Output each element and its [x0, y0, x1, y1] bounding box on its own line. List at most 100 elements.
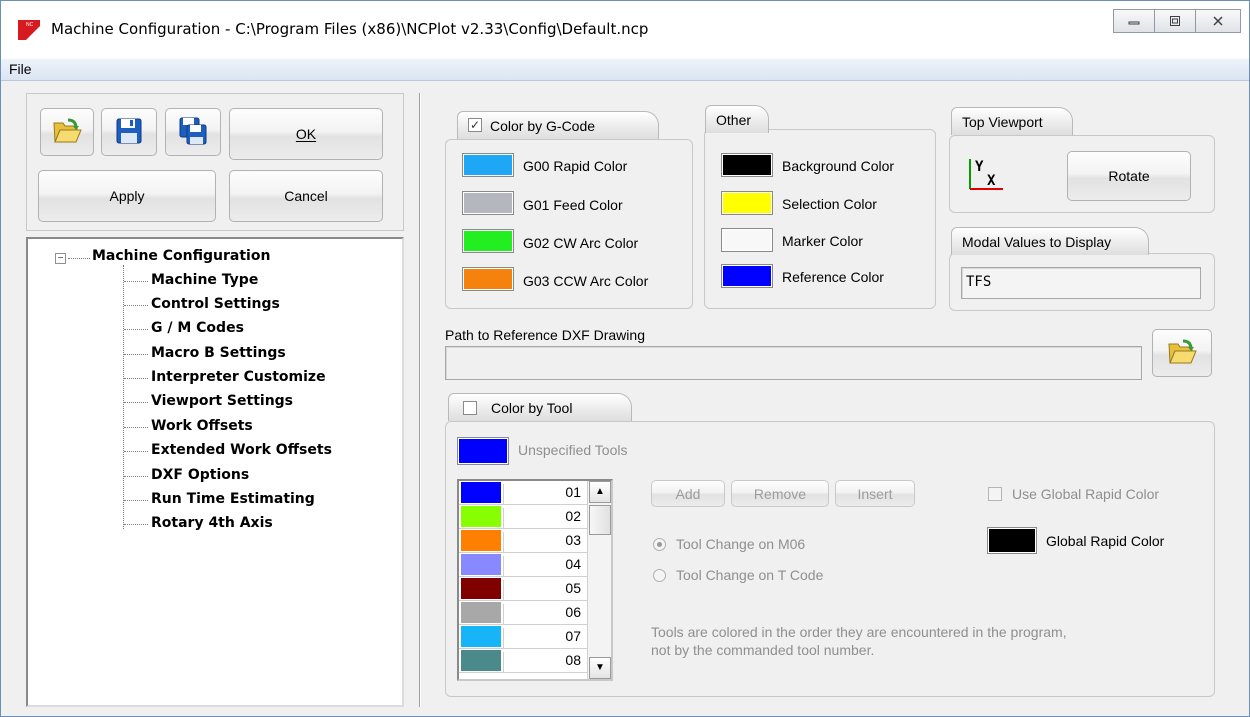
tool-color-swatch — [461, 578, 501, 599]
ok-button[interactable]: OK — [229, 108, 383, 160]
g03-ccw-arc-color-swatch[interactable] — [462, 267, 514, 291]
dxf-path-input[interactable] — [445, 346, 1142, 380]
gcode-group-title: Color by G-Code — [490, 118, 596, 134]
top-viewport-title: Top Viewport — [962, 114, 1043, 130]
tool-change-m06-radio[interactable] — [653, 538, 666, 551]
tool-list-scrollbar[interactable]: ▲ ▼ — [587, 481, 611, 679]
modal-values-title: Modal Values to Display — [962, 234, 1112, 250]
tree-item-work-offsets[interactable]: Work Offsets — [151, 418, 253, 434]
tool-color-list: 01 02 03 04 05 06 07 08 ▲ ▼ — [457, 479, 613, 681]
tree-item-interpreter-customize[interactable]: Interpreter Customize — [151, 369, 326, 385]
g00-rapid-color-swatch[interactable] — [462, 153, 514, 177]
tool-change-tcode-label: Tool Change on T Code — [676, 567, 824, 583]
menu-file[interactable]: File — [9, 61, 32, 77]
other-group-tab: Other — [705, 105, 769, 133]
close-button[interactable] — [1195, 9, 1241, 33]
color-by-gcode-checkbox[interactable]: ✓ — [468, 118, 482, 132]
tool-color-swatch — [461, 626, 501, 647]
tool-number: 05 — [503, 580, 583, 600]
tool-number: 07 — [503, 628, 583, 648]
save-as-button[interactable] — [165, 108, 221, 156]
modal-values-input[interactable]: TFS — [961, 267, 1201, 299]
tool-row[interactable]: 06 — [459, 601, 587, 625]
tool-row[interactable]: 07 — [459, 625, 587, 649]
tool-color-swatch — [461, 530, 501, 551]
maximize-button[interactable] — [1154, 9, 1196, 33]
tree-root-machine-configuration[interactable]: Machine Configuration — [92, 248, 270, 264]
window-title: Machine Configuration - C:\Program Files… — [51, 20, 649, 38]
tree-item-macro-b-settings[interactable]: Macro B Settings — [151, 345, 286, 361]
tool-color-swatch — [461, 554, 501, 575]
tool-number: 03 — [503, 532, 583, 552]
apply-button-label: Apply — [109, 188, 145, 204]
use-global-rapid-checkbox[interactable] — [988, 487, 1002, 501]
tool-group-tab: Color by Tool — [448, 393, 632, 421]
tool-row[interactable]: 01 — [459, 481, 587, 505]
apply-button[interactable]: Apply — [38, 170, 216, 222]
tool-number: 08 — [503, 652, 583, 672]
tree-item-run-time-estimating[interactable]: Run Time Estimating — [151, 491, 315, 507]
tool-row[interactable]: 03 — [459, 529, 587, 553]
tree-item-dxf-options[interactable]: DXF Options — [151, 467, 249, 483]
tree-item-extended-work-offsets[interactable]: Extended Work Offsets — [151, 442, 332, 458]
browse-dxf-button[interactable] — [1152, 329, 1212, 377]
svg-text:NC: NC — [26, 22, 34, 28]
minimize-button[interactable] — [1113, 9, 1155, 33]
add-button-label: Add — [675, 485, 701, 502]
tree-item-gm-codes[interactable]: G / M Codes — [151, 320, 244, 336]
tool-color-note-line1: Tools are colored in the order they are … — [651, 624, 1067, 640]
unspecified-tools-swatch[interactable] — [457, 437, 509, 465]
color-by-tool-checkbox[interactable] — [463, 401, 477, 415]
scroll-up-icon[interactable]: ▲ — [589, 481, 611, 503]
g01-feed-color-swatch[interactable] — [462, 191, 514, 215]
save-button[interactable] — [101, 108, 157, 156]
tool-row[interactable]: 05 — [459, 577, 587, 601]
collapse-icon[interactable]: − — [55, 253, 66, 264]
tool-row[interactable]: 02 — [459, 505, 587, 529]
tool-color-swatch — [461, 482, 501, 503]
app-logo-icon: NC — [18, 20, 40, 40]
title-bar: NC Machine Configuration - C:\Program Fi… — [1, 1, 1249, 59]
marker-color-swatch[interactable] — [721, 228, 773, 252]
folder-open-icon — [52, 118, 82, 147]
tree-item-machine-type[interactable]: Machine Type — [151, 272, 258, 288]
tool-row[interactable]: 08 — [459, 649, 587, 673]
global-rapid-color-label: Global Rapid Color — [1046, 533, 1165, 549]
reference-color-label: Reference Color — [782, 269, 884, 285]
remove-tool-button[interactable]: Remove — [731, 480, 829, 507]
cancel-button[interactable]: Cancel — [229, 170, 383, 222]
tool-row[interactable]: 04 — [459, 553, 587, 577]
rotate-button[interactable]: Rotate — [1067, 151, 1191, 201]
tool-color-swatch — [461, 650, 501, 671]
tool-change-tcode-radio[interactable] — [653, 569, 666, 582]
tool-group-title: Color by Tool — [491, 400, 573, 416]
rotate-button-label: Rotate — [1108, 168, 1150, 184]
selection-color-swatch[interactable] — [721, 191, 773, 215]
tool-color-swatch — [461, 602, 501, 623]
machine-configuration-window: NC Machine Configuration - C:\Program Fi… — [0, 0, 1250, 717]
g02-cw-arc-color-swatch[interactable] — [462, 229, 514, 253]
reference-color-swatch[interactable] — [721, 264, 773, 288]
insert-tool-button[interactable]: Insert — [835, 480, 915, 507]
tree-item-viewport-settings[interactable]: Viewport Settings — [151, 393, 293, 409]
scroll-thumb[interactable] — [589, 505, 611, 535]
tool-number: 04 — [503, 556, 583, 576]
g03-ccw-arc-color-label: G03 CCW Arc Color — [523, 273, 649, 289]
folder-open-icon — [1167, 339, 1197, 368]
ok-button-label: OK — [295, 126, 317, 142]
global-rapid-color-swatch[interactable] — [987, 527, 1037, 554]
scroll-down-icon[interactable]: ▼ — [589, 657, 611, 679]
marker-color-label: Marker Color — [782, 233, 863, 249]
unspecified-tools-label: Unspecified Tools — [518, 442, 628, 458]
add-tool-button[interactable]: Add — [651, 480, 725, 507]
g01-feed-color-label: G01 Feed Color — [523, 197, 623, 213]
save-all-icon — [179, 117, 207, 148]
insert-button-label: Insert — [857, 485, 893, 502]
background-color-swatch[interactable] — [721, 153, 773, 177]
panel-divider — [419, 93, 421, 707]
tree-item-rotary-4th-axis[interactable]: Rotary 4th Axis — [151, 515, 273, 531]
tool-number: 01 — [503, 484, 583, 504]
open-file-button[interactable] — [40, 108, 94, 156]
tool-change-m06-label: Tool Change on M06 — [676, 536, 806, 552]
tree-item-control-settings[interactable]: Control Settings — [151, 296, 280, 312]
